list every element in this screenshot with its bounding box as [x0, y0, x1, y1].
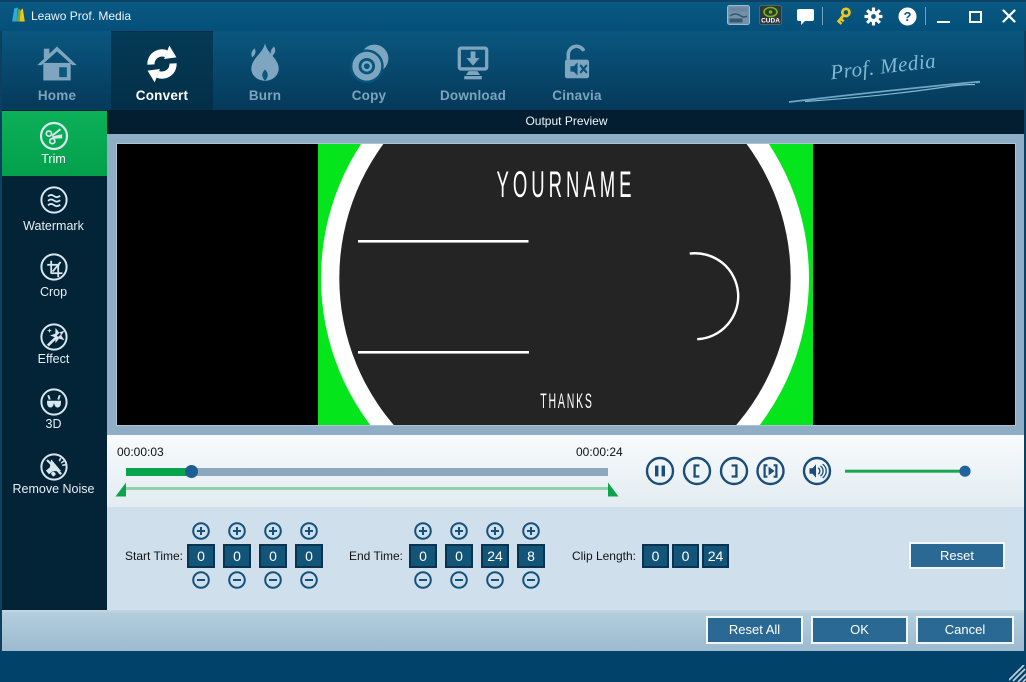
svg-text:?: ? [904, 9, 912, 24]
svg-text:CUDA: CUDA [761, 18, 780, 25]
